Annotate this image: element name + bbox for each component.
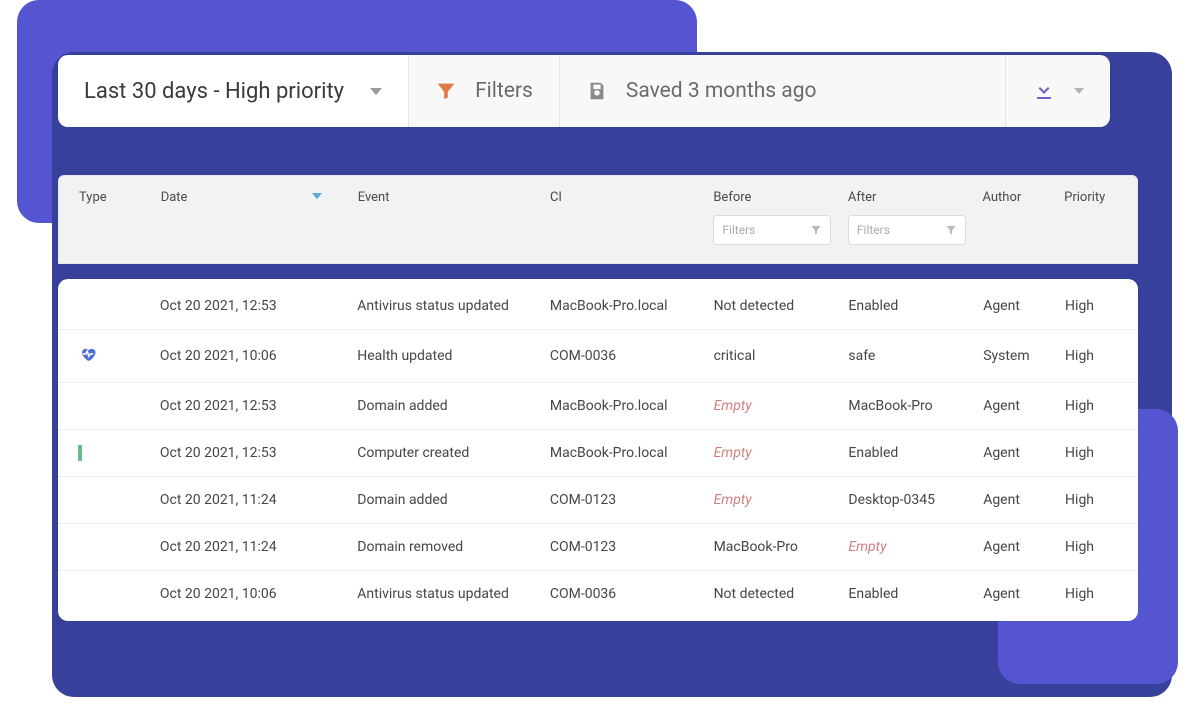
cell-author: Agent xyxy=(983,539,1065,555)
cell-after: MacBook-Pro xyxy=(848,398,983,414)
chevron-down-icon xyxy=(1074,88,1084,94)
cell-before: MacBook-Pro xyxy=(714,539,849,555)
cell-ci: COM-0036 xyxy=(550,586,714,602)
funnel-icon xyxy=(945,224,957,236)
cell-author: Agent xyxy=(983,586,1065,602)
cell-date: Oct 20 2021, 12:53 xyxy=(160,398,357,414)
filter-placeholder: Filters xyxy=(857,223,890,237)
filters-label: Filters xyxy=(475,79,533,103)
cell-ci: MacBook-Pro.local xyxy=(550,298,714,314)
table-header: Type Date Event CI Before After Author P… xyxy=(58,175,1138,264)
cell-priority: High xyxy=(1065,445,1118,461)
table-body: Oct 20 2021, 12:53Antivirus status updat… xyxy=(58,279,1138,621)
table-row[interactable]: Oct 20 2021, 12:53Antivirus status updat… xyxy=(58,283,1138,330)
cell-date: Oct 20 2021, 11:24 xyxy=(160,492,357,508)
table-row[interactable]: Oct 20 2021, 10:06Health updatedCOM-0036… xyxy=(58,330,1138,383)
cell-before: critical xyxy=(714,348,849,364)
cell-ci: MacBook-Pro.local xyxy=(550,398,714,414)
col-head-date-label: Date xyxy=(161,190,188,205)
chevron-down-icon xyxy=(370,88,382,95)
cell-before: Empty xyxy=(714,492,849,508)
cell-event: Antivirus status updated xyxy=(357,586,550,602)
funnel-icon xyxy=(435,80,457,102)
heartbeat-icon xyxy=(78,351,98,367)
cell-after: Enabled xyxy=(848,298,983,314)
cell-type xyxy=(78,345,160,367)
cell-event: Antivirus status updated xyxy=(357,298,550,314)
toolbar: Last 30 days - High priority Filters Sav… xyxy=(58,55,1110,127)
cell-date: Oct 20 2021, 11:24 xyxy=(160,539,357,555)
cell-priority: High xyxy=(1065,348,1118,364)
cell-after: Desktop-0345 xyxy=(848,492,983,508)
cell-after: Enabled xyxy=(848,445,983,461)
col-head-type[interactable]: Type xyxy=(79,190,161,205)
cell-priority: High xyxy=(1065,398,1118,414)
cell-priority: High xyxy=(1065,492,1118,508)
cell-event: Domain added xyxy=(357,398,550,414)
cell-author: Agent xyxy=(983,398,1065,414)
cell-author: Agent xyxy=(983,298,1065,314)
saved-status[interactable]: Saved 3 months ago xyxy=(560,55,1006,127)
cell-date: Oct 20 2021, 10:06 xyxy=(160,348,357,364)
cell-event: Computer created xyxy=(357,445,550,461)
col-head-before[interactable]: Before xyxy=(713,190,848,205)
cell-author: Agent xyxy=(983,445,1065,461)
download-icon xyxy=(1032,79,1056,103)
cell-priority: High xyxy=(1065,586,1118,602)
cell-ci: COM-0123 xyxy=(550,492,714,508)
cell-event: Domain added xyxy=(357,492,550,508)
cell-date: Oct 20 2021, 12:53 xyxy=(160,298,357,314)
laptop-icon xyxy=(78,445,82,461)
cell-author: System xyxy=(983,348,1065,364)
cell-after: Empty xyxy=(848,539,983,555)
table-row[interactable]: Oct 20 2021, 11:24Domain removedCOM-0123… xyxy=(58,524,1138,571)
table-row[interactable]: Oct 20 2021, 12:53Domain addedMacBook-Pr… xyxy=(58,383,1138,430)
col-head-priority[interactable]: Priority xyxy=(1064,190,1117,205)
cell-priority: High xyxy=(1065,298,1118,314)
cell-ci: COM-0036 xyxy=(550,348,714,364)
sort-desc-icon xyxy=(312,193,322,199)
cell-type xyxy=(78,445,160,461)
cell-ci: COM-0123 xyxy=(550,539,714,555)
table-row[interactable]: Oct 20 2021, 10:06Antivirus status updat… xyxy=(58,571,1138,617)
col-head-date[interactable]: Date xyxy=(161,190,358,205)
cell-event: Domain removed xyxy=(357,539,550,555)
col-head-event[interactable]: Event xyxy=(358,190,550,205)
filter-placeholder: Filters xyxy=(722,223,755,237)
cell-date: Oct 20 2021, 10:06 xyxy=(160,586,357,602)
view-picker[interactable]: Last 30 days - High priority xyxy=(58,55,409,127)
filter-after-input[interactable]: Filters xyxy=(848,215,966,245)
cell-before: Empty xyxy=(714,445,849,461)
view-label: Last 30 days - High priority xyxy=(84,79,344,104)
cell-priority: High xyxy=(1065,539,1118,555)
cell-after: Enabled xyxy=(848,586,983,602)
save-icon xyxy=(586,80,608,102)
table-row[interactable]: Oct 20 2021, 12:53Computer createdMacBoo… xyxy=(58,430,1138,477)
col-head-after[interactable]: After xyxy=(848,190,983,205)
col-head-author[interactable]: Author xyxy=(982,190,1064,205)
filters-button[interactable]: Filters xyxy=(409,55,560,127)
download-button[interactable] xyxy=(1006,55,1110,127)
col-head-ci[interactable]: CI xyxy=(550,190,713,205)
funnel-icon xyxy=(810,224,822,236)
cell-after: safe xyxy=(848,348,983,364)
cell-before: Not detected xyxy=(714,298,849,314)
cell-author: Agent xyxy=(983,492,1065,508)
cell-date: Oct 20 2021, 12:53 xyxy=(160,445,357,461)
cell-event: Health updated xyxy=(357,348,550,364)
saved-label: Saved 3 months ago xyxy=(626,79,817,103)
cell-ci: MacBook-Pro.local xyxy=(550,445,714,461)
cell-before: Empty xyxy=(714,398,849,414)
table-row[interactable]: Oct 20 2021, 11:24Domain addedCOM-0123Em… xyxy=(58,477,1138,524)
cell-before: Not detected xyxy=(714,586,849,602)
filter-before-input[interactable]: Filters xyxy=(713,215,831,245)
